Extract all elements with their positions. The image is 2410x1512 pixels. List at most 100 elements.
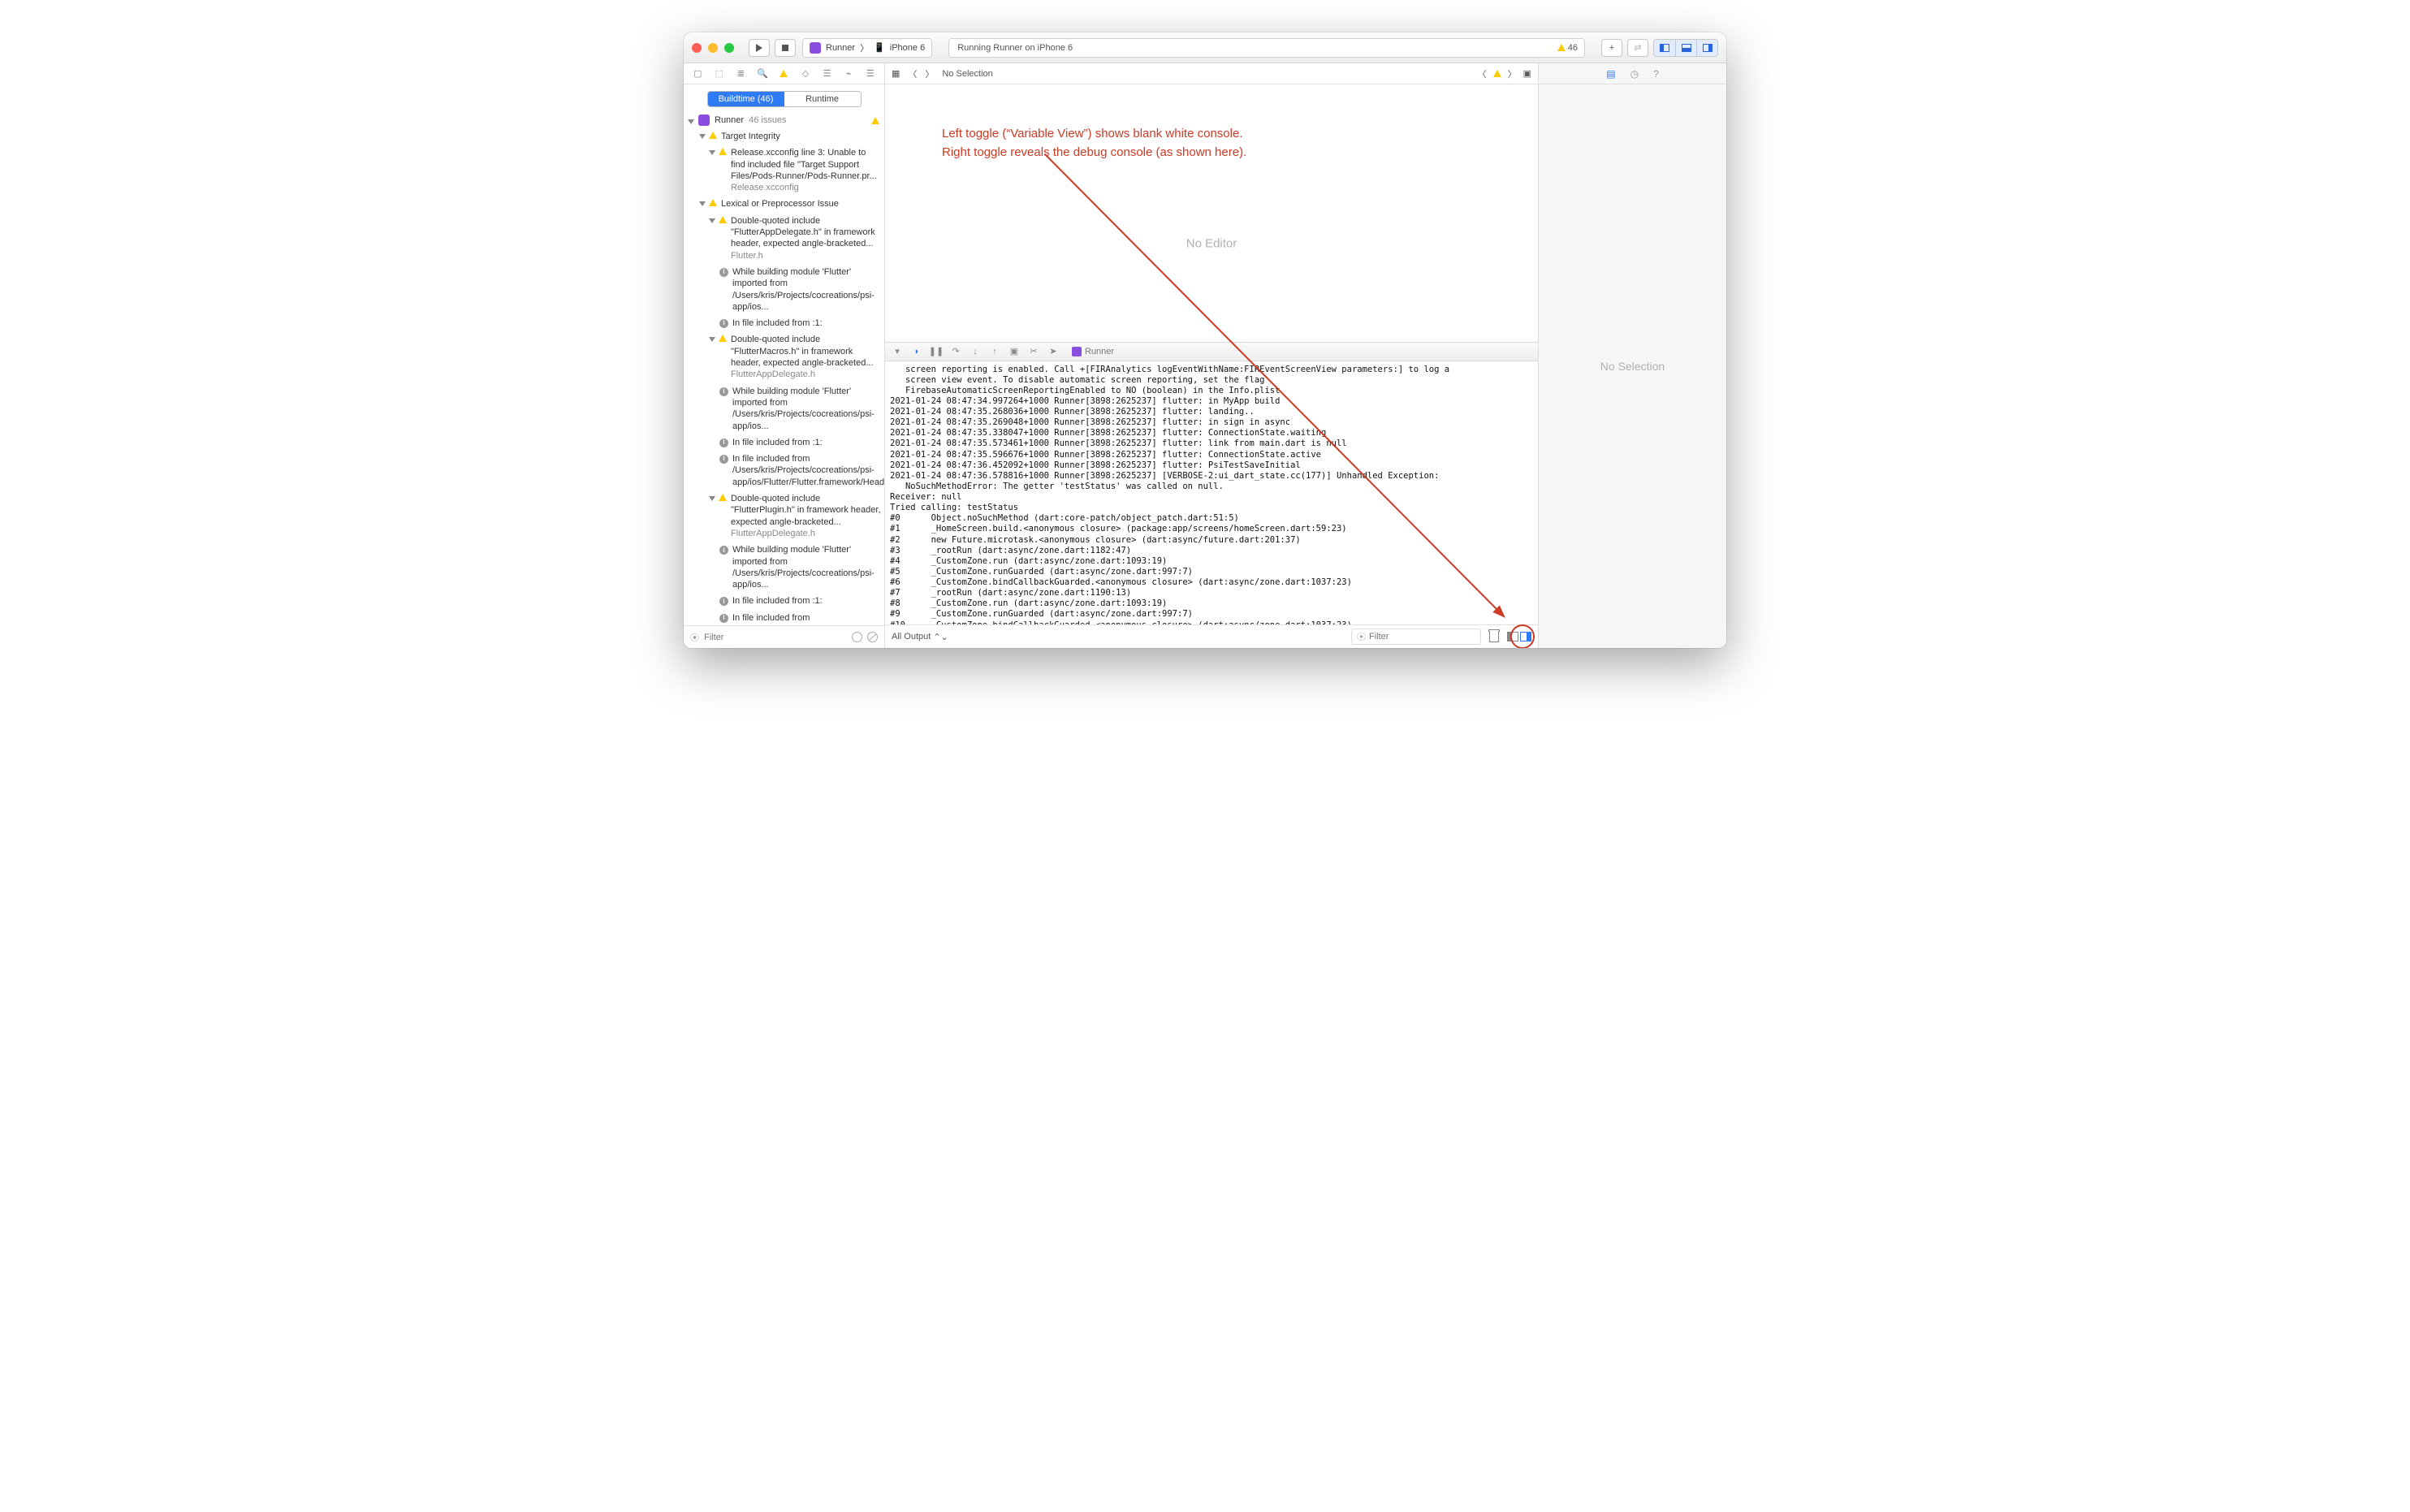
navigator-sidebar: ▢ ⬚ ≣ 🔍 ◇ ☰ ⌁ ☰ Buildtime (46) Runtime R… (684, 63, 885, 648)
console-filter: ⦿ (1351, 629, 1481, 645)
console-view-toggle[interactable] (1520, 632, 1531, 642)
forward-button[interactable]: 〉 (925, 67, 934, 80)
issue-list[interactable]: Runner 46 issues Target IntegrityRelease… (684, 112, 884, 625)
breakpoints-icon[interactable]: ◗ (911, 346, 922, 357)
zoom-window-button[interactable] (724, 43, 734, 53)
issue-subitem[interactable]: iWhile building module 'Flutter' importe… (684, 542, 884, 593)
project-icon (698, 114, 710, 126)
project-navigator-tab[interactable]: ▢ (690, 67, 705, 81)
step-into-icon[interactable]: ↓ (970, 346, 981, 357)
code-review-button[interactable]: ⇄ (1627, 39, 1648, 57)
inspector-sidebar: ▤ ◷ ? No Selection (1538, 63, 1726, 648)
scheme-app-label: Runner (826, 43, 855, 53)
issue-subitem[interactable]: iIn file included from :1: (684, 315, 884, 331)
library-add-button[interactable]: + (1601, 39, 1622, 57)
output-selector[interactable]: All Output ⌃⌄ (892, 632, 948, 642)
inspector-tabs: ▤ ◷ ? (1539, 63, 1726, 84)
console-filter-input[interactable] (1369, 632, 1475, 642)
prev-issue-button[interactable]: 〈 (1478, 67, 1487, 80)
project-name: Runner (715, 115, 744, 125)
play-icon (756, 44, 762, 52)
file-inspector-tab[interactable]: ▤ (1606, 68, 1615, 80)
issue-item[interactable]: Double-quoted include "FlutterPlugin.h" … (684, 490, 884, 542)
status-warning-count[interactable]: 46 (1557, 43, 1578, 53)
issue-subitem[interactable]: iIn file included from /Users/kris/Proje… (684, 610, 884, 625)
issue-subitem[interactable]: iIn file included from /Users/kris/Proje… (684, 451, 884, 490)
activity-status-bar[interactable]: Running Runner on iPhone 6 46 (948, 38, 1585, 58)
debug-console-output[interactable]: screen reporting is enabled. Call +[FIRA… (885, 361, 1538, 626)
find-navigator-tab[interactable]: 🔍 (755, 67, 770, 81)
close-window-button[interactable] (692, 43, 702, 53)
errors-only-filter-icon[interactable] (867, 632, 878, 642)
project-issue-count: 46 issues (749, 115, 786, 125)
debug-console-footer: All Output ⌃⌄ ⦿ (885, 625, 1538, 648)
warning-icon (1493, 70, 1501, 77)
issue-subitem[interactable]: iIn file included from :1: (684, 593, 884, 609)
navigator-tabs: ▢ ⬚ ≣ 🔍 ◇ ☰ ⌁ ☰ (684, 63, 884, 84)
inspector-body: No Selection (1539, 84, 1726, 648)
issue-group[interactable]: Lexical or Preprocessor Issue (684, 196, 884, 212)
chevron-right-icon: 〉 (860, 41, 869, 54)
stop-icon (782, 45, 788, 51)
warning-icon (871, 117, 879, 124)
navigator-filter-input[interactable] (704, 633, 847, 642)
issue-subitem[interactable]: iIn file included from :1: (684, 434, 884, 451)
recent-filter-icon[interactable] (852, 632, 862, 642)
issue-navigator-tab[interactable] (776, 67, 791, 81)
traffic-lights (692, 43, 734, 53)
back-button[interactable]: 〈 (908, 67, 917, 80)
device-icon: 📱 (874, 42, 885, 53)
source-control-navigator-tab[interactable]: ⬚ (712, 67, 727, 81)
variable-view-toggle[interactable] (1507, 632, 1518, 642)
warning-icon (719, 148, 727, 155)
memory-graph-icon[interactable]: ✂ (1028, 346, 1039, 357)
related-items-icon[interactable]: ▦ (892, 68, 900, 79)
issue-subitem[interactable]: iWhile building module 'Flutter' importe… (684, 383, 884, 434)
filter-icon: ⦿ (1357, 630, 1366, 643)
location-icon[interactable]: ➤ (1047, 346, 1059, 357)
bottom-pane-icon (1682, 44, 1691, 52)
tab-buildtime[interactable]: Buildtime (46) (708, 92, 784, 106)
xcode-window: Runner 〉 📱 iPhone 6 Running Runner on iP… (684, 32, 1726, 648)
scheme-selector[interactable]: Runner 〉 📱 iPhone 6 (802, 38, 932, 58)
symbol-navigator-tab[interactable]: ≣ (733, 67, 748, 81)
issue-item[interactable]: Double-quoted include "FlutterAppDelegat… (684, 213, 884, 264)
issue-scope-tabs: Buildtime (46) Runtime (707, 91, 862, 107)
tab-runtime[interactable]: Runtime (784, 92, 861, 106)
test-navigator-tab[interactable]: ◇ (798, 67, 813, 81)
toggle-navigator-button[interactable] (1654, 40, 1675, 56)
warning-icon (719, 216, 727, 223)
step-out-icon[interactable]: ↑ (989, 346, 1000, 357)
run-button[interactable] (749, 39, 770, 57)
pause-icon[interactable]: ❚❚ (931, 346, 942, 357)
issue-subitem[interactable]: iWhile building module 'Flutter' importe… (684, 264, 884, 315)
warning-icon (719, 335, 727, 342)
warning-icon (1557, 44, 1566, 51)
minimize-window-button[interactable] (708, 43, 718, 53)
process-label[interactable]: Runner (1085, 347, 1114, 356)
help-inspector-tab[interactable]: ? (1653, 68, 1659, 80)
annotation-text: Left toggle (“Variable View”) shows blan… (942, 125, 1246, 162)
open-in-new-window-icon[interactable]: ▣ (1523, 68, 1531, 79)
debug-navigator-tab[interactable]: ☰ (820, 67, 835, 81)
view-hierarchy-icon[interactable]: ▣ (1008, 346, 1020, 357)
clear-console-button[interactable] (1489, 631, 1499, 642)
issue-group[interactable]: Target Integrity (684, 128, 884, 145)
chevron-updown-icon: ⌃⌄ (933, 632, 948, 642)
debug-toolbar: ▾ ◗ ❚❚ ↷ ↓ ↑ ▣ ✂ ➤ Runner (885, 342, 1538, 361)
status-text: Running Runner on iPhone 6 (957, 43, 1073, 53)
step-over-icon[interactable]: ↷ (950, 346, 961, 357)
info-icon: i (719, 614, 728, 623)
report-navigator-tab[interactable]: ☰ (863, 67, 878, 81)
next-issue-button[interactable]: 〉 (1508, 67, 1517, 80)
warning-icon (709, 199, 717, 206)
issue-project-root[interactable]: Runner 46 issues (684, 112, 884, 128)
stop-button[interactable] (775, 39, 796, 57)
hide-debug-icon[interactable]: ▾ (892, 346, 903, 357)
toggle-debug-button[interactable] (1675, 40, 1696, 56)
breakpoint-navigator-tab[interactable]: ⌁ (841, 67, 856, 81)
history-inspector-tab[interactable]: ◷ (1630, 68, 1639, 80)
issue-item[interactable]: Double-quoted include "FlutterMacros.h" … (684, 331, 884, 382)
issue-item[interactable]: Release.xcconfig line 3: Unable to find … (684, 145, 884, 196)
toggle-inspector-button[interactable] (1696, 40, 1717, 56)
